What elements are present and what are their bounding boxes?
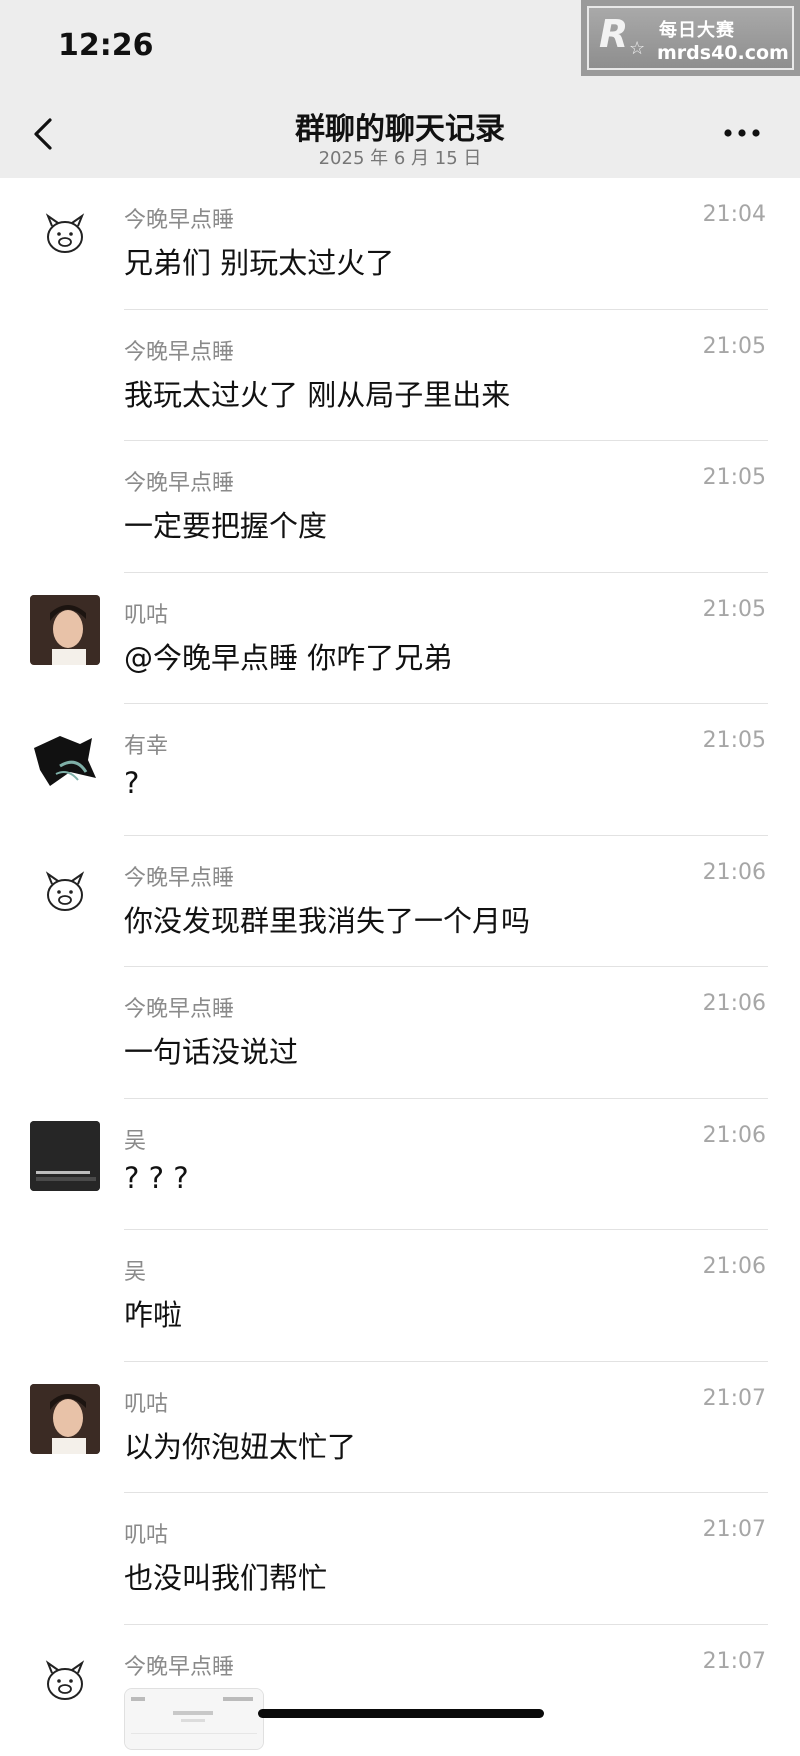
message-text: 咋啦 [124, 1292, 182, 1334]
message-item[interactable]: 叽咕 21:07 以为你泡妞太忙了 [0, 1362, 800, 1494]
message-time: 21:05 [703, 728, 766, 753]
status-time: 12:26 [58, 28, 154, 63]
sender-name: 吴 [124, 1123, 146, 1155]
message-item[interactable]: 今晚早点睡 21:06 你没发现群里我消失了一个月吗 [0, 836, 800, 968]
message-time: 21:05 [703, 465, 766, 490]
message-time: 21:04 [703, 202, 766, 227]
image-message-thumbnail[interactable] [124, 1688, 264, 1750]
nav-bar: 群聊的聊天记录 2025 年 6 月 15 日 [0, 90, 800, 178]
message-item[interactable]: 今晚早点睡 21:06 一句话没说过 [0, 967, 800, 1099]
message-item[interactable]: 今晚早点睡 21:07 [0, 1625, 800, 1756]
message-item[interactable]: 吴 21:06 ? ? ? [0, 1099, 800, 1231]
sender-name: 今晚早点睡 [124, 334, 234, 366]
sender-name: 今晚早点睡 [124, 860, 234, 892]
message-item[interactable]: 叽咕 21:05 @今晚早点睡 你咋了兄弟 [0, 573, 800, 705]
message-time: 21:07 [703, 1517, 766, 1542]
avatar-photo[interactable] [30, 595, 100, 665]
message-time: 21:06 [703, 991, 766, 1016]
watermark-logo: R [599, 12, 628, 56]
message-time: 21:07 [703, 1386, 766, 1411]
message-time: 21:05 [703, 597, 766, 622]
watermark-text: 每日大赛 [659, 16, 735, 42]
pig-doodle-icon[interactable] [30, 858, 100, 928]
sender-name: 叽咕 [124, 1517, 168, 1549]
message-item[interactable]: 吴 21:06 咋啦 [0, 1230, 800, 1362]
message-time: 21:06 [703, 1254, 766, 1279]
message-text: 以为你泡妞太忙了 [124, 1424, 356, 1466]
page-title: 群聊的聊天记录 [0, 104, 800, 148]
sender-name: 吴 [124, 1254, 146, 1286]
avatar-photo[interactable] [30, 1384, 100, 1454]
message-text: 兄弟们 别玩太过火了 [124, 240, 394, 282]
sender-name: 有幸 [124, 728, 168, 760]
sender-name: 叽咕 [124, 597, 168, 629]
avatar-image[interactable] [30, 1121, 100, 1191]
message-item[interactable]: 今晚早点睡 21:04 兄弟们 别玩太过火了 [0, 178, 800, 310]
message-time: 21:06 [703, 1123, 766, 1148]
sender-name: 今晚早点睡 [124, 1649, 234, 1681]
message-text: ? ? ? [124, 1161, 189, 1195]
message-item[interactable]: 叽咕 21:07 也没叫我们帮忙 [0, 1493, 800, 1625]
sender-name: 叽咕 [124, 1386, 168, 1418]
home-indicator[interactable] [258, 1709, 544, 1718]
message-text: 我玩太过火了 刚从局子里出来 [124, 372, 510, 414]
message-text: 一定要把握个度 [124, 503, 327, 545]
sender-name: 今晚早点睡 [124, 202, 234, 234]
avatar-image[interactable] [30, 726, 100, 796]
message-item[interactable]: 有幸 21:05 ? [0, 704, 800, 836]
star-icon: ☆ [629, 38, 645, 59]
more-options-icon[interactable] [718, 118, 766, 148]
sender-name: 今晚早点睡 [124, 465, 234, 497]
pig-doodle-icon[interactable] [30, 1647, 100, 1717]
message-text: 你没发现群里我消失了一个月吗 [124, 898, 530, 940]
message-text: 也没叫我们帮忙 [124, 1555, 327, 1597]
page-subtitle: 2025 年 6 月 15 日 [0, 144, 800, 170]
message-text: 一句话没说过 [124, 1029, 298, 1071]
message-text: ? [124, 766, 139, 800]
message-item[interactable]: 今晚早点睡 21:05 我玩太过火了 刚从局子里出来 [0, 310, 800, 442]
message-time: 21:05 [703, 334, 766, 359]
message-time: 21:07 [703, 1649, 766, 1674]
message-item[interactable]: 今晚早点睡 21:05 一定要把握个度 [0, 441, 800, 573]
message-time: 21:06 [703, 860, 766, 885]
chat-history-list[interactable]: 今晚早点睡 21:04 兄弟们 别玩太过火了 今晚早点睡 21:05 我玩太过火… [0, 178, 800, 1756]
watermark: R ☆ 每日大赛 mrds40.com [581, 0, 800, 76]
pig-doodle-icon[interactable] [30, 200, 100, 270]
watermark-url: mrds40.com [657, 42, 789, 64]
sender-name: 今晚早点睡 [124, 991, 234, 1023]
message-text: @今晚早点睡 你咋了兄弟 [124, 635, 452, 677]
